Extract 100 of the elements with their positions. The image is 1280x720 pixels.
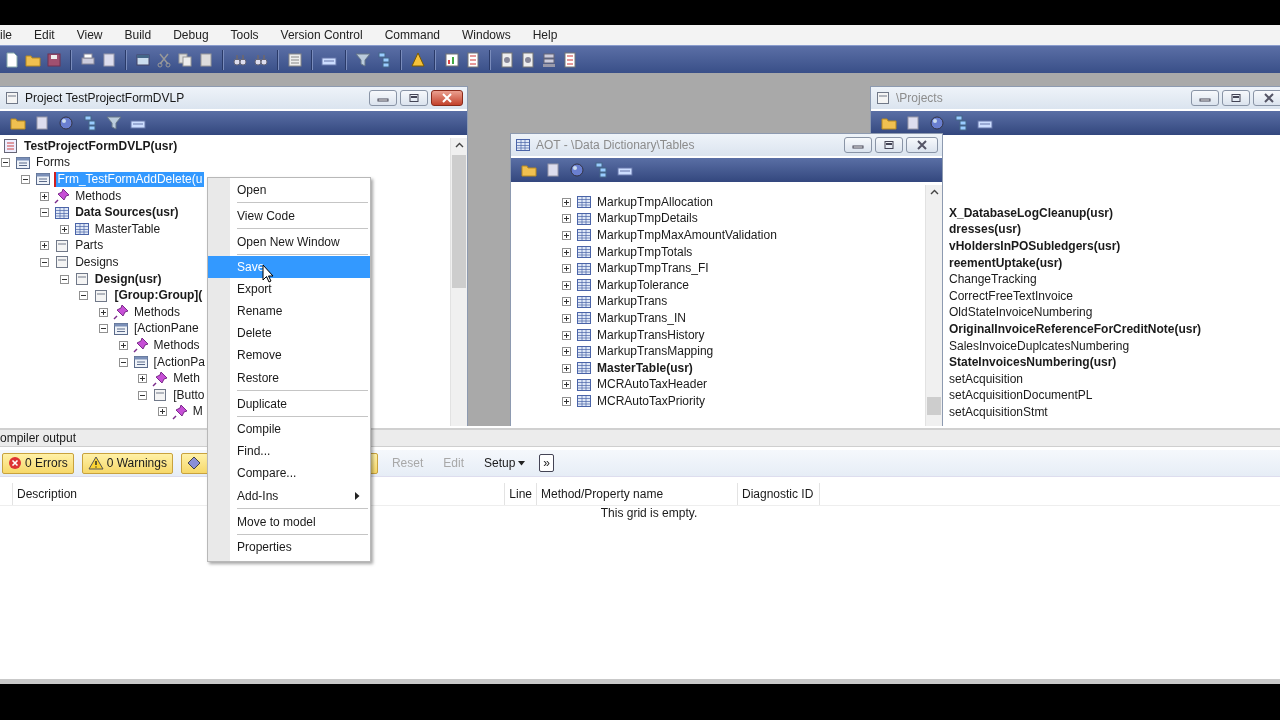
scrollbar[interactable] [925,185,942,426]
filter-icon[interactable] [106,115,122,131]
menu-item[interactable]: Tools [219,28,270,42]
maximize-button[interactable] [1222,90,1250,106]
tree-item[interactable]: MCRAutoTaxHeader [595,377,710,393]
tree-item[interactable]: MarkupTrans_IN [595,310,688,326]
page-icon[interactable] [101,51,117,68]
scissors-icon[interactable] [156,51,172,68]
sphere-icon[interactable] [58,115,74,131]
collapse-toggle[interactable] [40,208,50,218]
setup-dropdown[interactable]: Setup [478,452,532,474]
page-icon[interactable] [34,115,50,131]
expand-toggle[interactable] [40,241,50,251]
sphere-icon[interactable] [929,115,945,131]
tree-item[interactable]: Data Sources(usr) [73,205,181,221]
window-icon[interactable] [135,51,151,68]
scroll-up-icon[interactable] [454,142,464,148]
menu-item[interactable]: ile [0,28,23,42]
tree-item[interactable]: ChangeTracking [949,272,1037,288]
warnings-button[interactable]: 0 Warnings [81,452,173,474]
menu-item[interactable]: Debug [162,28,220,42]
collapse-toggle[interactable] [1,158,10,168]
gear-page-icon[interactable] [499,51,515,68]
expand-toggle[interactable] [562,313,571,323]
collapse-toggle[interactable] [99,324,108,334]
expand-toggle[interactable] [562,231,571,240]
chart-icon[interactable] [444,51,460,68]
tree-item[interactable]: MCRAutoTaxPriority [595,393,708,409]
expand-toggle[interactable] [562,396,571,406]
column-header[interactable]: Description [17,487,78,501]
scrollbar-thumb[interactable] [452,155,466,288]
tree-item[interactable]: MarkupTransMapping [595,344,716,360]
menu-item[interactable]: Compare... [208,462,370,484]
tree-item[interactable]: [ActionPa [151,354,207,370]
menu-item[interactable]: Properties [208,536,370,558]
tree-item[interactable]: [Butto [171,387,207,403]
expand-toggle[interactable] [562,380,571,390]
sphere-icon[interactable] [569,162,585,178]
maximize-button[interactable] [875,137,903,153]
tree-item[interactable]: Parts [73,238,106,254]
expand-toggle[interactable] [138,374,148,384]
scroll-up-icon[interactable] [929,189,939,195]
menu-item[interactable]: Rename [208,300,370,322]
tree-item[interactable]: OriginalInvoiceReferenceForCreditNote(usr) [949,321,1202,337]
menu-item[interactable]: Build [113,28,163,42]
tree-item[interactable]: StateInvoicesNumbering(usr) [949,355,1117,371]
folder-icon[interactable] [10,115,26,131]
overflow-button[interactable]: » [539,454,555,472]
filter-icon[interactable] [355,51,371,68]
menu-item[interactable]: Version Control [269,28,374,42]
expand-toggle[interactable] [562,363,571,373]
tree-item[interactable]: X_DatabaseLogCleanup(usr) [949,205,1114,221]
tree-item[interactable]: reementUptake(usr) [949,255,1063,271]
expand-toggle[interactable] [99,307,108,317]
expand-toggle[interactable] [562,264,571,274]
menu-item[interactable]: Windows [451,28,522,42]
menu-item[interactable]: Delete [208,322,370,344]
gear-page-icon[interactable] [520,51,536,68]
tree-item[interactable]: [Group:Group]( [112,288,205,304]
expand-toggle[interactable] [59,224,69,234]
clipboard-icon[interactable] [198,51,214,68]
printer-icon[interactable] [80,51,96,68]
folder-icon[interactable] [521,162,537,178]
tree-item[interactable]: Methods [151,337,202,353]
errors-button[interactable]: 0 Errors [2,452,74,474]
menu-item[interactable]: Edit [23,28,66,42]
tree-item[interactable]: MarkupTmpTrans_FI [595,261,711,277]
tree-item[interactable]: [ActionPane [132,321,201,337]
tree-item[interactable]: MarkupTmpMaxAmountValidation [595,228,779,243]
collapse-toggle[interactable] [20,175,30,184]
tree-item[interactable]: MarkupTmpAllocation [595,194,716,210]
expand-toggle[interactable] [40,191,50,201]
column-header[interactable]: Diagnostic ID [742,487,814,501]
tree-item[interactable]: Designs [73,254,121,270]
folder-icon[interactable] [881,115,897,131]
tree-item[interactable]: setAcquisition [949,371,1024,387]
expand-toggle[interactable] [562,330,571,340]
expand-toggle[interactable] [118,340,128,350]
tree-item[interactable]: MarkupTmpDetails [595,211,700,227]
tree-item[interactable]: OldStateInvoiceNumbering [949,305,1093,321]
hierarchy-icon[interactable] [593,162,609,178]
menu-item[interactable]: Export [208,278,370,300]
document-icon[interactable] [4,51,20,68]
column-header[interactable]: Line [509,487,532,501]
collapse-toggle[interactable] [59,274,69,284]
tree-item[interactable]: MasterTable [92,221,163,237]
tree-item[interactable]: MarkupTmpTotals [595,244,695,260]
close-button[interactable] [1253,90,1280,106]
tree-item[interactable]: dresses(usr) [949,222,1022,238]
tree-item[interactable]: setAcquisitionStmt [949,404,1048,420]
hierarchy-icon[interactable] [953,115,969,131]
maximize-button[interactable] [400,90,428,106]
triangle-icon[interactable] [410,51,426,68]
collapse-toggle[interactable] [79,291,89,301]
collapse-toggle[interactable] [138,390,148,400]
tree-item[interactable]: TestProjectFormDVLP(usr) [22,138,180,154]
tree-item[interactable]: Forms [34,155,72,171]
expand-toggle[interactable] [562,214,571,224]
expand-toggle[interactable] [157,407,167,417]
menu-item[interactable]: Command [373,28,451,42]
